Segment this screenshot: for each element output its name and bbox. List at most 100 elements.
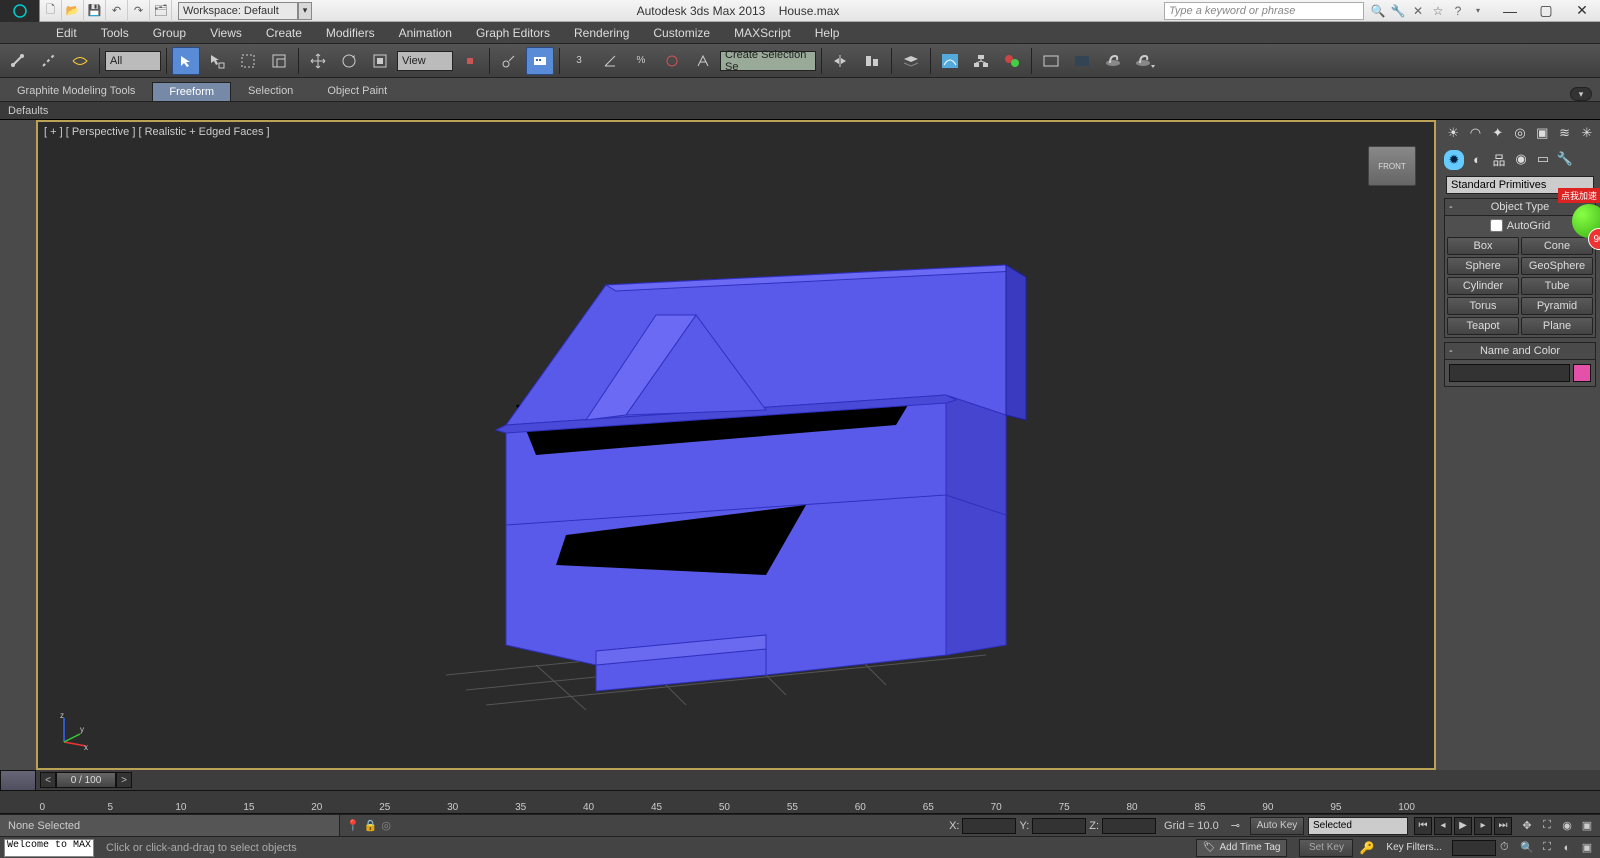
render-icon[interactable]: [1099, 47, 1127, 75]
pyramid-button[interactable]: Pyramid: [1521, 297, 1593, 315]
application-button[interactable]: [0, 0, 40, 22]
new-icon[interactable]: 🗋: [40, 0, 62, 22]
sphere-button[interactable]: Sphere: [1447, 257, 1519, 275]
material-editor-icon[interactable]: [998, 47, 1026, 75]
utilities-panel-button[interactable]: 🔧: [1556, 150, 1574, 168]
create-helper-icon[interactable]: ▣: [1533, 124, 1551, 142]
isolate-icon[interactable]: ◎: [381, 819, 391, 832]
search-go-icon[interactable]: 🔍: [1370, 3, 1386, 19]
setkey-button[interactable]: Set Key: [1299, 839, 1353, 857]
vp-zoom-all-icon[interactable]: ⛶: [1538, 839, 1556, 857]
viewport[interactable]: [ + ] [ Perspective ] [ Realistic + Edge…: [36, 120, 1436, 770]
object-name-input[interactable]: [1449, 364, 1570, 382]
geosphere-button[interactable]: GeoSphere: [1521, 257, 1593, 275]
hierarchy-panel-button[interactable]: 品: [1490, 150, 1508, 168]
teapot-button[interactable]: Teapot: [1447, 317, 1519, 335]
selection-filter-dropdown[interactable]: All: [105, 51, 161, 71]
add-time-tag-button[interactable]: 🏷Add Time Tag: [1196, 839, 1288, 857]
plane-button[interactable]: Plane: [1521, 317, 1593, 335]
reference-coord-dropdown[interactable]: View: [397, 51, 453, 71]
motion-panel-button[interactable]: ◉: [1512, 150, 1530, 168]
select-rectangle-icon[interactable]: [234, 47, 262, 75]
x-coord-input[interactable]: [962, 818, 1016, 834]
menu-group[interactable]: Group: [141, 22, 198, 44]
goto-end-icon[interactable]: ⏭: [1494, 817, 1512, 835]
object-color-swatch[interactable]: [1573, 364, 1591, 382]
percent-snap-icon[interactable]: %: [627, 47, 655, 75]
menu-tools[interactable]: Tools: [89, 22, 141, 44]
create-shape-icon[interactable]: ◠: [1466, 124, 1484, 142]
subscription-icon[interactable]: 🔧: [1390, 3, 1406, 19]
ribbon-tab-graphite[interactable]: Graphite Modeling Tools: [0, 81, 152, 101]
layers-icon[interactable]: [897, 47, 925, 75]
named-selection-dropdown[interactable]: Create Selection Se: [720, 51, 816, 71]
snap-3-icon[interactable]: 3: [565, 47, 593, 75]
open-icon[interactable]: 📂: [62, 0, 84, 22]
goto-frame-input[interactable]: [1452, 840, 1496, 856]
maximize-viewport-icon[interactable]: ▣: [1578, 817, 1596, 835]
menu-customize[interactable]: Customize: [641, 22, 722, 44]
workspace-arrow-icon[interactable]: ▾: [298, 2, 312, 20]
render-flyout-icon[interactable]: [1130, 47, 1158, 75]
render-setup-icon[interactable]: [1037, 47, 1065, 75]
vp-zoom-icon[interactable]: 🔍: [1518, 839, 1536, 857]
menu-create[interactable]: Create: [254, 22, 314, 44]
select-by-name-icon[interactable]: [203, 47, 231, 75]
unlink-icon[interactable]: [35, 47, 63, 75]
link-icon[interactable]: [4, 47, 32, 75]
menu-modifiers[interactable]: Modifiers: [314, 22, 387, 44]
menu-maxscript[interactable]: MAXScript: [722, 22, 803, 44]
bind-space-warp-icon[interactable]: [66, 47, 94, 75]
prev-frame-icon[interactable]: ◂: [1434, 817, 1452, 835]
modify-panel-button[interactable]: ◐: [1468, 150, 1486, 168]
create-system-icon[interactable]: ✳: [1578, 124, 1596, 142]
render-frame-window-icon[interactable]: [1068, 47, 1096, 75]
ribbon-tab-selection[interactable]: Selection: [231, 81, 310, 101]
goto-start-icon[interactable]: ⏮: [1414, 817, 1432, 835]
menu-views[interactable]: Views: [198, 22, 254, 44]
mirror-icon[interactable]: [827, 47, 855, 75]
viewport-label[interactable]: [ + ] [ Perspective ] [ Realistic + Edge…: [44, 126, 270, 138]
key-filters-link[interactable]: Key Filters...: [1386, 842, 1442, 853]
next-frame-icon[interactable]: ▸: [1474, 817, 1492, 835]
create-panel-button[interactable]: ✹: [1444, 150, 1464, 170]
align-icon[interactable]: [858, 47, 886, 75]
zoom-extents-icon[interactable]: ⛶: [1538, 817, 1556, 835]
ribbon-tab-freeform[interactable]: Freeform: [152, 82, 231, 101]
menu-help[interactable]: Help: [803, 22, 852, 44]
viewcube[interactable]: FRONT: [1368, 146, 1416, 186]
spinner-snap-icon[interactable]: [658, 47, 686, 75]
pan-view-icon[interactable]: ✥: [1518, 817, 1536, 835]
keyframe-mode-dropdown[interactable]: Selected: [1308, 817, 1408, 835]
menu-graph-editors[interactable]: Graph Editors: [464, 22, 562, 44]
minimize-button[interactable]: —: [1492, 0, 1528, 22]
current-frame-display[interactable]: 0 / 100: [56, 772, 116, 788]
rotate-icon[interactable]: [335, 47, 363, 75]
workspace-dropdown[interactable]: Workspace: Default: [178, 2, 298, 20]
help-arrow-icon[interactable]: ▾: [1470, 3, 1486, 19]
maximize-button[interactable]: ▢: [1528, 0, 1564, 22]
autogrid-checkbox[interactable]: [1490, 219, 1503, 232]
move-icon[interactable]: [304, 47, 332, 75]
menu-edit[interactable]: Edit: [44, 22, 89, 44]
promo-overlay[interactable]: 点我加速 90: [1570, 188, 1600, 248]
lock-selection-icon[interactable]: 🔒: [364, 819, 378, 832]
favorite-icon[interactable]: ☆: [1430, 3, 1446, 19]
key-filters-icon[interactable]: 🔑: [1359, 841, 1374, 855]
infocenter-search[interactable]: Type a keyword or phrase: [1164, 2, 1364, 20]
time-config-icon[interactable]: ⏱: [1500, 841, 1518, 854]
project-icon[interactable]: 🗂: [150, 0, 172, 22]
select-object-icon[interactable]: [172, 47, 200, 75]
play-icon[interactable]: ▶: [1454, 817, 1472, 835]
keyboard-shortcut-override-icon[interactable]: [526, 47, 554, 75]
exchange-icon[interactable]: ✕: [1410, 3, 1426, 19]
redo-icon[interactable]: ↷: [128, 0, 150, 22]
cylinder-button[interactable]: Cylinder: [1447, 277, 1519, 295]
schematic-view-icon[interactable]: [967, 47, 995, 75]
vp-max-icon[interactable]: ▣: [1578, 839, 1596, 857]
undo-icon[interactable]: ↶: [106, 0, 128, 22]
pin-icon[interactable]: 📍: [346, 819, 360, 832]
menu-rendering[interactable]: Rendering: [562, 22, 641, 44]
track-bar[interactable]: 0 5 10 15 20 25 30 35 40 45 50 55 60 65 …: [0, 790, 1600, 814]
autokey-button[interactable]: Auto Key: [1250, 817, 1304, 835]
